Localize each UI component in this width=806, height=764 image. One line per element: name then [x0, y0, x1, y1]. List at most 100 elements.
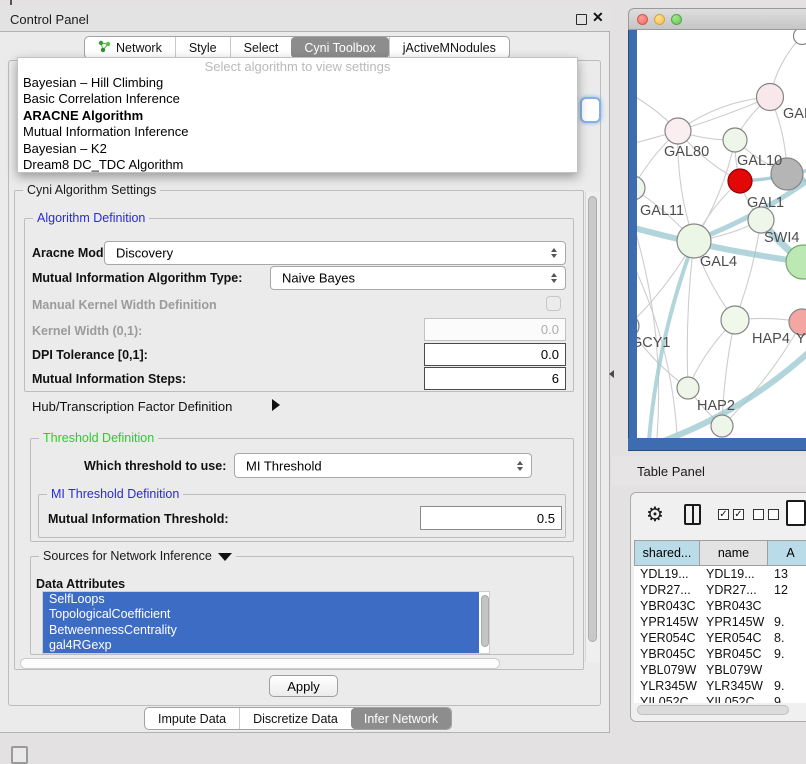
hub-definition-label[interactable]: Hub/Transcription Factor Definition: [32, 399, 232, 414]
network-node-GAL10[interactable]: [723, 128, 747, 152]
list-scrollbar-thumb[interactable]: [481, 595, 489, 647]
network-node-GAL11[interactable]: [637, 176, 645, 200]
tab-impute-data[interactable]: Impute Data: [145, 708, 239, 729]
unchecked-checkbox-icon[interactable]: [753, 509, 764, 520]
sources-title[interactable]: Sources for Network Inference: [39, 549, 236, 563]
data-attributes-list[interactable]: SelfLoopsTopologicalCoefficientBetweenne…: [42, 591, 490, 654]
settings-vertical-scrollbar-thumb[interactable]: [588, 196, 597, 642]
mi-threshold-field[interactable]: 0.5: [420, 506, 562, 530]
manual-kernel-width-checkbox[interactable]: [546, 296, 561, 311]
data-tools-tabbar: Impute DataDiscretize DataInfer Network: [144, 707, 452, 730]
tab-jactivemnodules[interactable]: jActiveMNodules: [389, 37, 509, 58]
collapse-arrow-icon[interactable]: [218, 553, 232, 561]
mi-algorithm-type-combo[interactable]: Naive Bayes: [270, 266, 566, 290]
tab-infer-network[interactable]: Infer Network: [351, 708, 451, 729]
network-node-GCY1[interactable]: [637, 315, 639, 337]
table-cell: YLR345W: [634, 678, 700, 694]
table-toolbar: ⚙ ✓ ✓: [638, 500, 806, 534]
table-row[interactable]: YLR345WYLR345W9.: [634, 678, 806, 694]
minimize-window-icon[interactable]: [654, 14, 665, 25]
table-cell: YPR145W: [700, 614, 768, 630]
file-icon[interactable]: [786, 500, 806, 526]
aracne-mode-combo[interactable]: Discovery: [104, 241, 566, 265]
network-node-GAL7[interactable]: [757, 84, 784, 111]
network-canvas[interactable]: GAL7GAL80GAL10GAL1GAL11SWI4GAL4GCY1HAP4Y…: [637, 30, 806, 438]
table-panel-title: Table Panel: [637, 464, 705, 479]
tab-network[interactable]: Network: [85, 37, 175, 58]
tab-style[interactable]: Style: [175, 37, 230, 58]
network-node-node-top[interactable]: [794, 30, 806, 45]
attribute-item-gal4rgexp[interactable]: gal4RGexp: [43, 638, 479, 653]
table-panel-titlebar[interactable]: Table Panel: [612, 456, 806, 486]
algorithm-option-mutual-information-inference[interactable]: Mutual Information Inference: [18, 124, 577, 140]
network-edge[interactable]: [687, 241, 694, 388]
which-threshold-value: MI Threshold: [246, 458, 322, 473]
column-header-shared-[interactable]: shared...: [634, 540, 700, 566]
table-row[interactable]: YIL052CYIL052C9: [634, 694, 806, 703]
algorithm-option-dream8-dc-tdc-algorithm[interactable]: Dream8 DC_TDC Algorithm: [18, 157, 577, 173]
table-cell: YDL19...: [700, 566, 768, 582]
tab-cyni-toolbox[interactable]: Cyni Toolbox: [291, 37, 388, 58]
tab-select-label: Select: [244, 41, 279, 55]
tab-network-label: Network: [116, 41, 162, 55]
column-header-name[interactable]: name: [700, 540, 768, 566]
table-cell: 9.: [768, 678, 806, 694]
table-row[interactable]: YPR145WYPR145W9.: [634, 614, 806, 630]
table-cell: YBR043C: [700, 598, 768, 614]
table-row[interactable]: YDR27...YDR27...12: [634, 582, 806, 598]
table-row[interactable]: YBR043CYBR043C: [634, 598, 806, 614]
split-columns-icon[interactable]: [684, 504, 701, 525]
tab-discretize-data[interactable]: Discretize Data: [239, 708, 351, 729]
float-panel-icon[interactable]: [576, 14, 587, 25]
unchecked-checkbox-icon[interactable]: [768, 509, 779, 520]
dpi-tolerance-label: DPI Tolerance [0,1]:: [32, 348, 148, 362]
algorithm-option-aracne-algorithm[interactable]: ARACNE Algorithm: [18, 108, 577, 124]
table-horizontal-scrollbar-thumb[interactable]: [637, 705, 789, 715]
expand-arrow-icon[interactable]: [272, 399, 280, 411]
attribute-item-betweennesscentrality[interactable]: BetweennessCentrality: [43, 623, 479, 638]
close-panel-icon[interactable]: ✕: [592, 9, 604, 26]
settings-horizontal-scrollbar-thumb[interactable]: [20, 658, 500, 669]
table-row[interactable]: YBL079WYBL079W: [634, 662, 806, 678]
dpi-tolerance-value: 0.0: [541, 347, 559, 362]
which-threshold-combo[interactable]: MI Threshold: [234, 453, 532, 478]
network-edge[interactable]: [735, 220, 761, 320]
splitter-collapse-icon[interactable]: [609, 370, 614, 378]
network-node-HAP4[interactable]: [721, 306, 749, 334]
attribute-item-selfloops[interactable]: SelfLoops: [43, 592, 479, 607]
network-node-GAL4[interactable]: [677, 224, 711, 258]
table-cell: YIL052C: [634, 694, 700, 703]
dpi-tolerance-field[interactable]: 0.0: [424, 343, 566, 366]
close-window-icon[interactable]: [637, 14, 648, 25]
network-node-HAP2[interactable]: [677, 377, 699, 399]
table-row[interactable]: YDL19...YDL19...13: [634, 566, 806, 582]
control-panel-titlebar[interactable]: Control Panel ✕: [0, 6, 610, 32]
checked-checkbox-icon[interactable]: ✓: [733, 509, 744, 520]
network-node-label-HAP4: HAP4: [752, 331, 790, 347]
zoom-window-icon[interactable]: [671, 14, 682, 25]
apply-button[interactable]: Apply: [269, 675, 338, 697]
network-node-GAL1[interactable]: [728, 169, 752, 193]
table-row[interactable]: YER054CYER054C8.: [634, 630, 806, 646]
kernel-width-field[interactable]: 0.0: [424, 318, 566, 341]
table-row[interactable]: YBR045CYBR045C9.: [634, 646, 806, 662]
table-cell: YBR043C: [634, 598, 700, 614]
checked-checkbox-icon[interactable]: ✓: [718, 509, 729, 520]
algorithm-option-bayesian-hill-climbing[interactable]: Bayesian – Hill Climbing: [18, 75, 577, 91]
network-node-node-bottom[interactable]: [711, 415, 733, 437]
minimized-panel-icon[interactable]: [11, 746, 28, 764]
network-window-titlebar[interactable]: [628, 8, 806, 30]
mi-steps-field[interactable]: 6: [424, 367, 566, 390]
attribute-item-topologicalcoefficient[interactable]: TopologicalCoefficient: [43, 607, 479, 622]
node-attribute-table[interactable]: shared...nameAYDL19...YDL19...13YDR27...…: [634, 540, 806, 703]
gear-icon[interactable]: ⚙: [646, 502, 664, 527]
tab-select[interactable]: Select: [230, 37, 292, 58]
control-panel-title: Control Panel: [10, 12, 89, 27]
column-header-a[interactable]: A: [768, 540, 806, 566]
network-node-label-GAL7: GAL7: [783, 106, 806, 122]
algorithm-option-basic-correlation-inference[interactable]: Basic Correlation Inference: [18, 91, 577, 107]
algorithm-option-bayesian-k2[interactable]: Bayesian – K2: [18, 141, 577, 157]
network-node-GAL80[interactable]: [665, 118, 691, 144]
mi-threshold-label: Mutual Information Threshold:: [48, 512, 229, 526]
algorithm-select-combo[interactable]: [580, 97, 601, 123]
